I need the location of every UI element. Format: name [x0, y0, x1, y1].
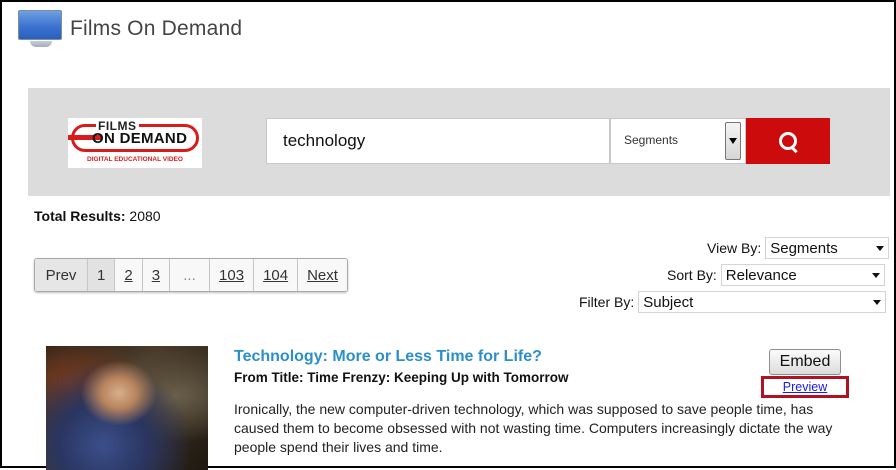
view-by-value: Segments	[770, 239, 838, 257]
view-by-select[interactable]: Segments	[765, 237, 890, 259]
filter-by-select[interactable]: Subject	[638, 291, 887, 313]
monitor-icon	[16, 10, 62, 48]
films-on-demand-logo[interactable]: FILMS ON DEMAND DIGITAL EDUCATIONAL VIDE…	[68, 118, 202, 168]
pagination-ellipsis: ...	[169, 259, 210, 291]
preview-highlight-box: Preview	[761, 376, 849, 398]
filter-by-control: Filter By: Subject	[579, 291, 887, 313]
app-window: Films On Demand FILMS ON DEMAND DIGITAL …	[0, 0, 896, 470]
filter-by-label: Filter By:	[579, 294, 635, 310]
pagination: Prev 1 2 3 ... 103 104 Next	[34, 258, 348, 292]
pagination-prev[interactable]: Prev	[35, 259, 87, 291]
result-thumbnail[interactable]	[46, 346, 208, 470]
window-title: Films On Demand	[70, 17, 243, 40]
pagination-page[interactable]: 103	[209, 259, 254, 291]
view-by-label: View By:	[707, 240, 762, 256]
embed-button[interactable]: Embed	[769, 349, 841, 375]
pagination-page[interactable]: 2	[114, 259, 142, 291]
total-results: Total Results: 2080	[34, 208, 161, 224]
sort-by-select[interactable]: Relevance	[720, 264, 885, 286]
total-results-value: 2080	[129, 208, 161, 224]
logo-tagline: DIGITAL EDUCATIONAL VIDEO	[87, 156, 183, 163]
result-from-title: From Title: Time Frenzy: Keeping Up with…	[234, 370, 569, 385]
result-description: Ironically, the new computer-driven tech…	[234, 401, 833, 455]
search-scope-value: Segments	[624, 133, 679, 147]
chevron-down-icon	[876, 246, 885, 251]
search-button[interactable]	[746, 118, 830, 164]
search-icon	[777, 130, 799, 154]
title-bar: Films On Demand	[16, 10, 242, 50]
view-by-control: View By: Segments	[707, 237, 890, 259]
chevron-down-icon	[871, 273, 880, 278]
search-input[interactable]	[266, 118, 610, 164]
total-results-label: Total Results:	[34, 208, 126, 224]
pagination-page[interactable]: 3	[141, 259, 170, 291]
filter-by-value: Subject	[643, 293, 694, 311]
search-scope-select[interactable]: Segments	[610, 118, 746, 164]
logo-on-demand-text: ON DEMAND	[92, 130, 188, 147]
preview-link[interactable]: Preview	[783, 380, 827, 394]
sort-by-label: Sort By:	[667, 267, 717, 283]
pagination-page[interactable]: 104	[253, 259, 298, 291]
chevron-down-icon	[873, 300, 882, 305]
sort-by-control: Sort By: Relevance	[667, 264, 885, 286]
dropdown-arrow-icon[interactable]	[725, 122, 741, 160]
sort-by-value: Relevance	[725, 266, 797, 284]
pagination-page-current[interactable]: 1	[87, 259, 115, 291]
result-title-link[interactable]: Technology: More or Less Time for Life?	[234, 348, 542, 366]
search-band: FILMS ON DEMAND DIGITAL EDUCATIONAL VIDE…	[28, 88, 890, 196]
pagination-next[interactable]: Next	[297, 259, 347, 291]
